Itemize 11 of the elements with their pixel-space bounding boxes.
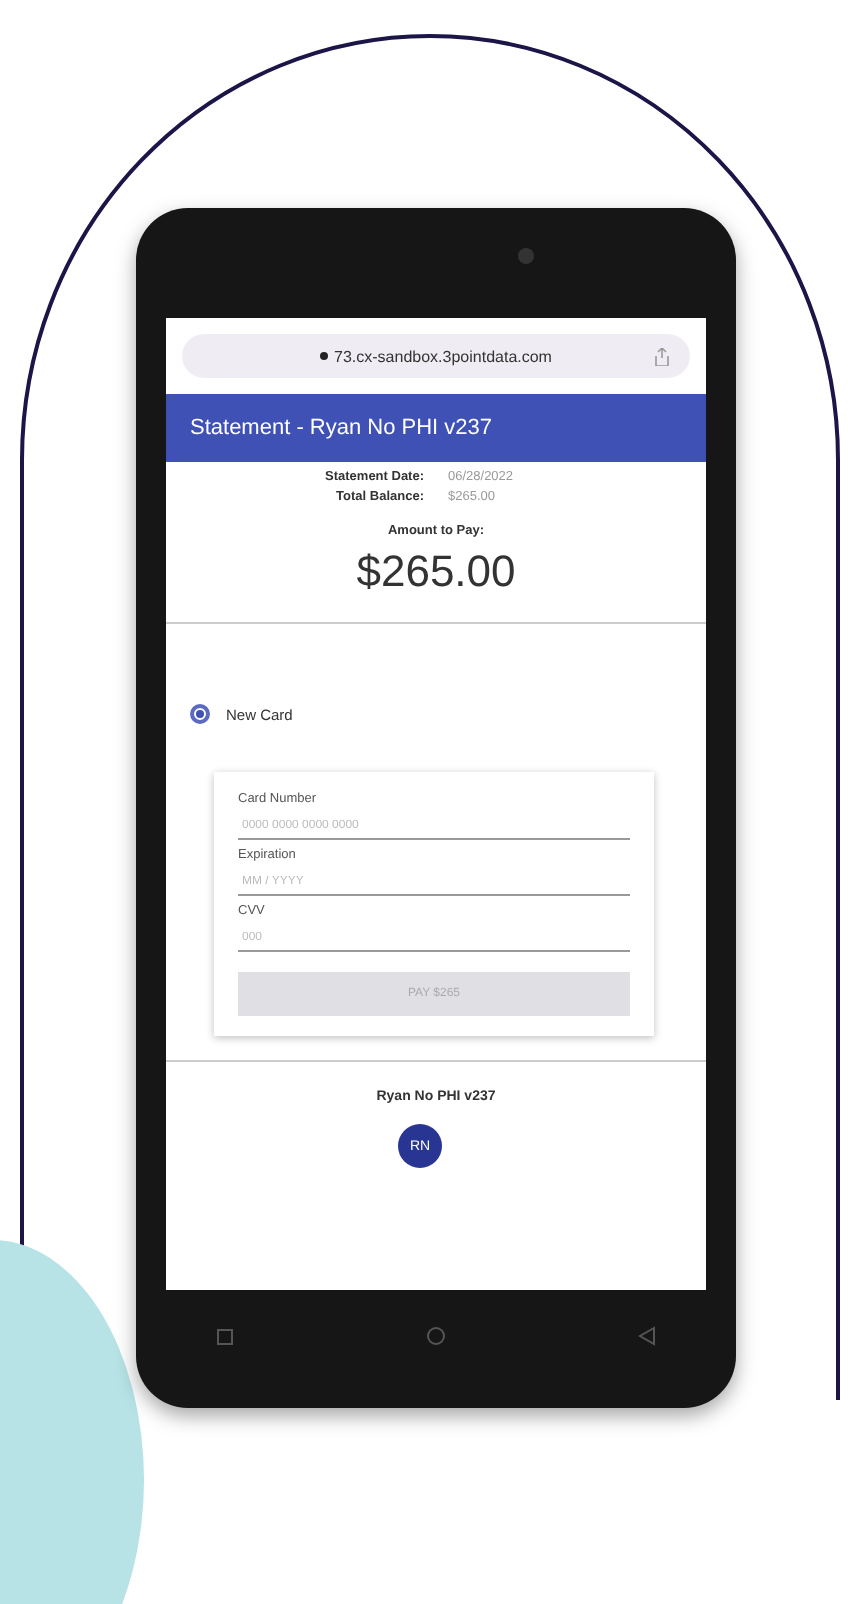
url-text: 73.cx-sandbox.3pointdata.com — [334, 347, 552, 365]
radio-icon[interactable] — [190, 704, 210, 724]
address-bar[interactable]: 73.cx-sandbox.3pointdata.com — [182, 334, 690, 378]
status-dot-icon — [320, 352, 329, 360]
square-icon[interactable] — [216, 1327, 234, 1345]
circle-icon[interactable] — [426, 1326, 446, 1346]
header-title: Statement - Ryan No PHI v237 — [166, 394, 706, 462]
share-icon[interactable] — [654, 347, 670, 365]
camera-icon — [518, 248, 534, 264]
amount-value: $265.00 — [354, 546, 518, 598]
back-icon[interactable] — [638, 1326, 656, 1346]
